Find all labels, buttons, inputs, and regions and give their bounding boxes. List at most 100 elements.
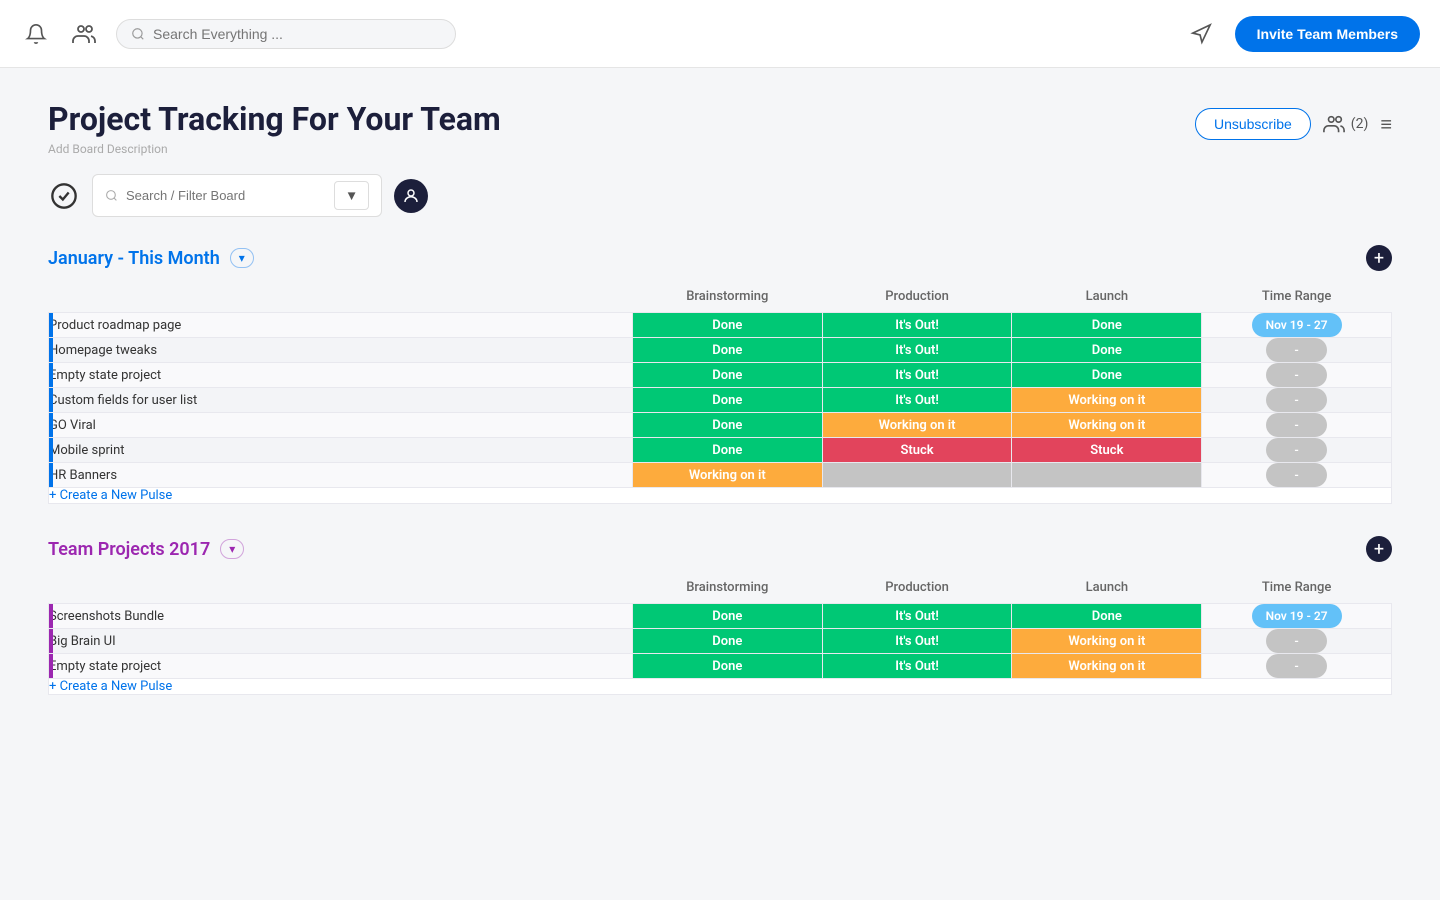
add-group-button-team2017[interactable]: + xyxy=(1366,536,1392,562)
add-group-button-january[interactable]: + xyxy=(1366,245,1392,271)
board-description[interactable]: Add Board Description xyxy=(48,142,501,156)
row-name-cell[interactable]: Empty state project xyxy=(49,363,633,388)
board-search-input[interactable] xyxy=(126,188,326,203)
status-cell-production[interactable]: It's Out! xyxy=(822,338,1012,363)
user-avatar-button[interactable] xyxy=(394,179,428,213)
row-name-cell[interactable]: Product roadmap page xyxy=(49,313,633,338)
create-pulse-row[interactable]: + Create a New Pulse xyxy=(49,679,1392,695)
row-name-cell[interactable]: Custom fields for user list xyxy=(49,388,633,413)
time-range-cell[interactable]: - xyxy=(1202,463,1392,488)
status-cell-launch[interactable]: Working on it xyxy=(1012,629,1202,654)
table-row: Empty state projectDoneIt's Out!Working … xyxy=(49,654,1392,679)
status-cell-launch[interactable]: Done xyxy=(1012,338,1202,363)
time-range-cell[interactable]: - xyxy=(1202,363,1392,388)
global-search-input[interactable] xyxy=(153,26,413,42)
status-cell-launch[interactable]: Working on it xyxy=(1012,388,1202,413)
status-cell-production[interactable]: Stuck xyxy=(822,438,1012,463)
row-name-cell[interactable]: Empty state project xyxy=(49,654,633,679)
search-icon xyxy=(131,27,145,41)
more-menu-icon[interactable]: ≡ xyxy=(1380,112,1392,137)
status-cell-brainstorming[interactable]: Done xyxy=(632,413,822,438)
time-range-cell[interactable]: - xyxy=(1202,654,1392,679)
status-cell-production[interactable]: It's Out! xyxy=(822,313,1012,338)
time-range-cell[interactable]: Nov 19 - 27 xyxy=(1202,313,1392,338)
board-actions: Unsubscribe (2) ≡ xyxy=(1195,108,1392,140)
pulse-icon[interactable] xyxy=(48,180,80,212)
group-january: January - This Month▾+BrainstormingProdu… xyxy=(48,245,1392,504)
time-range-dash: - xyxy=(1266,463,1326,487)
status-cell-brainstorming[interactable]: Done xyxy=(632,654,822,679)
time-range-badge: Nov 19 - 27 xyxy=(1252,604,1342,628)
time-range-cell[interactable]: - xyxy=(1202,338,1392,363)
bell-icon[interactable] xyxy=(20,18,52,50)
time-range-dash: - xyxy=(1266,413,1326,437)
time-range-cell[interactable]: - xyxy=(1202,413,1392,438)
row-name-cell[interactable]: Screenshots Bundle xyxy=(49,604,633,629)
status-cell-production[interactable]: It's Out! xyxy=(822,654,1012,679)
status-cell-launch[interactable]: Done xyxy=(1012,313,1202,338)
status-cell-brainstorming[interactable]: Done xyxy=(632,438,822,463)
group-team2017: Team Projects 2017▾+BrainstormingProduct… xyxy=(48,536,1392,695)
col-header-launch: Launch xyxy=(1012,281,1202,313)
time-range-dash: - xyxy=(1266,629,1326,653)
create-pulse-row[interactable]: + Create a New Pulse xyxy=(49,488,1392,504)
status-cell-production[interactable]: It's Out! xyxy=(822,388,1012,413)
team-icon[interactable] xyxy=(68,18,100,50)
row-name-cell[interactable]: Homepage tweaks xyxy=(49,338,633,363)
board-table-team2017: BrainstormingProductionLaunchTime RangeS… xyxy=(48,572,1392,695)
board-header: Project Tracking For Your Team Add Board… xyxy=(48,100,1392,156)
time-range-cell[interactable]: - xyxy=(1202,438,1392,463)
col-header-name xyxy=(49,572,633,604)
status-cell-launch[interactable]: Done xyxy=(1012,363,1202,388)
time-range-cell[interactable]: - xyxy=(1202,629,1392,654)
invite-button[interactable]: Invite Team Members xyxy=(1235,16,1420,52)
filter-dropdown-button[interactable]: ▼ xyxy=(334,181,369,210)
row-name-cell[interactable]: HR Banners xyxy=(49,463,633,488)
status-cell-production[interactable]: It's Out! xyxy=(822,629,1012,654)
row-name-cell[interactable]: Big Brain UI xyxy=(49,629,633,654)
status-cell-launch[interactable]: Working on it xyxy=(1012,654,1202,679)
status-cell-launch[interactable] xyxy=(1012,463,1202,488)
time-range-badge: Nov 19 - 27 xyxy=(1252,313,1342,337)
col-header-time-range: Time Range xyxy=(1202,572,1392,604)
status-cell-brainstorming[interactable]: Done xyxy=(632,388,822,413)
row-name-cell[interactable]: Mobile sprint xyxy=(49,438,633,463)
team-members-button[interactable]: (2) xyxy=(1323,113,1369,135)
status-cell-brainstorming[interactable]: Done xyxy=(632,363,822,388)
row-left-border xyxy=(49,654,53,678)
status-cell-production[interactable]: Working on it xyxy=(822,413,1012,438)
status-cell-brainstorming[interactable]: Done xyxy=(632,313,822,338)
group-dropdown-january[interactable]: ▾ xyxy=(230,248,254,268)
row-left-border xyxy=(49,338,53,362)
status-cell-launch[interactable]: Working on it xyxy=(1012,413,1202,438)
group-dropdown-team2017[interactable]: ▾ xyxy=(220,539,244,559)
announce-icon[interactable] xyxy=(1183,16,1219,52)
time-range-cell[interactable]: - xyxy=(1202,388,1392,413)
col-header-brainstorming: Brainstorming xyxy=(632,572,822,604)
time-range-dash: - xyxy=(1266,438,1326,462)
table-row: Product roadmap pageDoneIt's Out!DoneNov… xyxy=(49,313,1392,338)
board-search-bar[interactable]: ▼ xyxy=(92,174,382,217)
status-cell-launch[interactable]: Stuck xyxy=(1012,438,1202,463)
row-name-cell[interactable]: GO Viral xyxy=(49,413,633,438)
status-cell-brainstorming[interactable]: Done xyxy=(632,604,822,629)
row-left-border xyxy=(49,313,53,337)
global-search-bar[interactable] xyxy=(116,19,456,49)
status-cell-production[interactable]: It's Out! xyxy=(822,363,1012,388)
status-cell-brainstorming[interactable]: Working on it xyxy=(632,463,822,488)
status-cell-launch[interactable]: Done xyxy=(1012,604,1202,629)
create-pulse-label[interactable]: + Create a New Pulse xyxy=(49,679,1392,695)
board-search-icon xyxy=(105,189,118,202)
table-row: Homepage tweaksDoneIt's Out!Done- xyxy=(49,338,1392,363)
row-left-border xyxy=(49,604,53,628)
table-row: Mobile sprintDoneStuckStuck- xyxy=(49,438,1392,463)
row-left-border xyxy=(49,438,53,462)
unsubscribe-button[interactable]: Unsubscribe xyxy=(1195,108,1311,140)
create-pulse-label[interactable]: + Create a New Pulse xyxy=(49,488,1392,504)
time-range-cell[interactable]: Nov 19 - 27 xyxy=(1202,604,1392,629)
status-cell-production[interactable]: It's Out! xyxy=(822,604,1012,629)
status-cell-brainstorming[interactable]: Done xyxy=(632,629,822,654)
top-nav: Invite Team Members xyxy=(0,0,1440,68)
status-cell-brainstorming[interactable]: Done xyxy=(632,338,822,363)
status-cell-production[interactable] xyxy=(822,463,1012,488)
